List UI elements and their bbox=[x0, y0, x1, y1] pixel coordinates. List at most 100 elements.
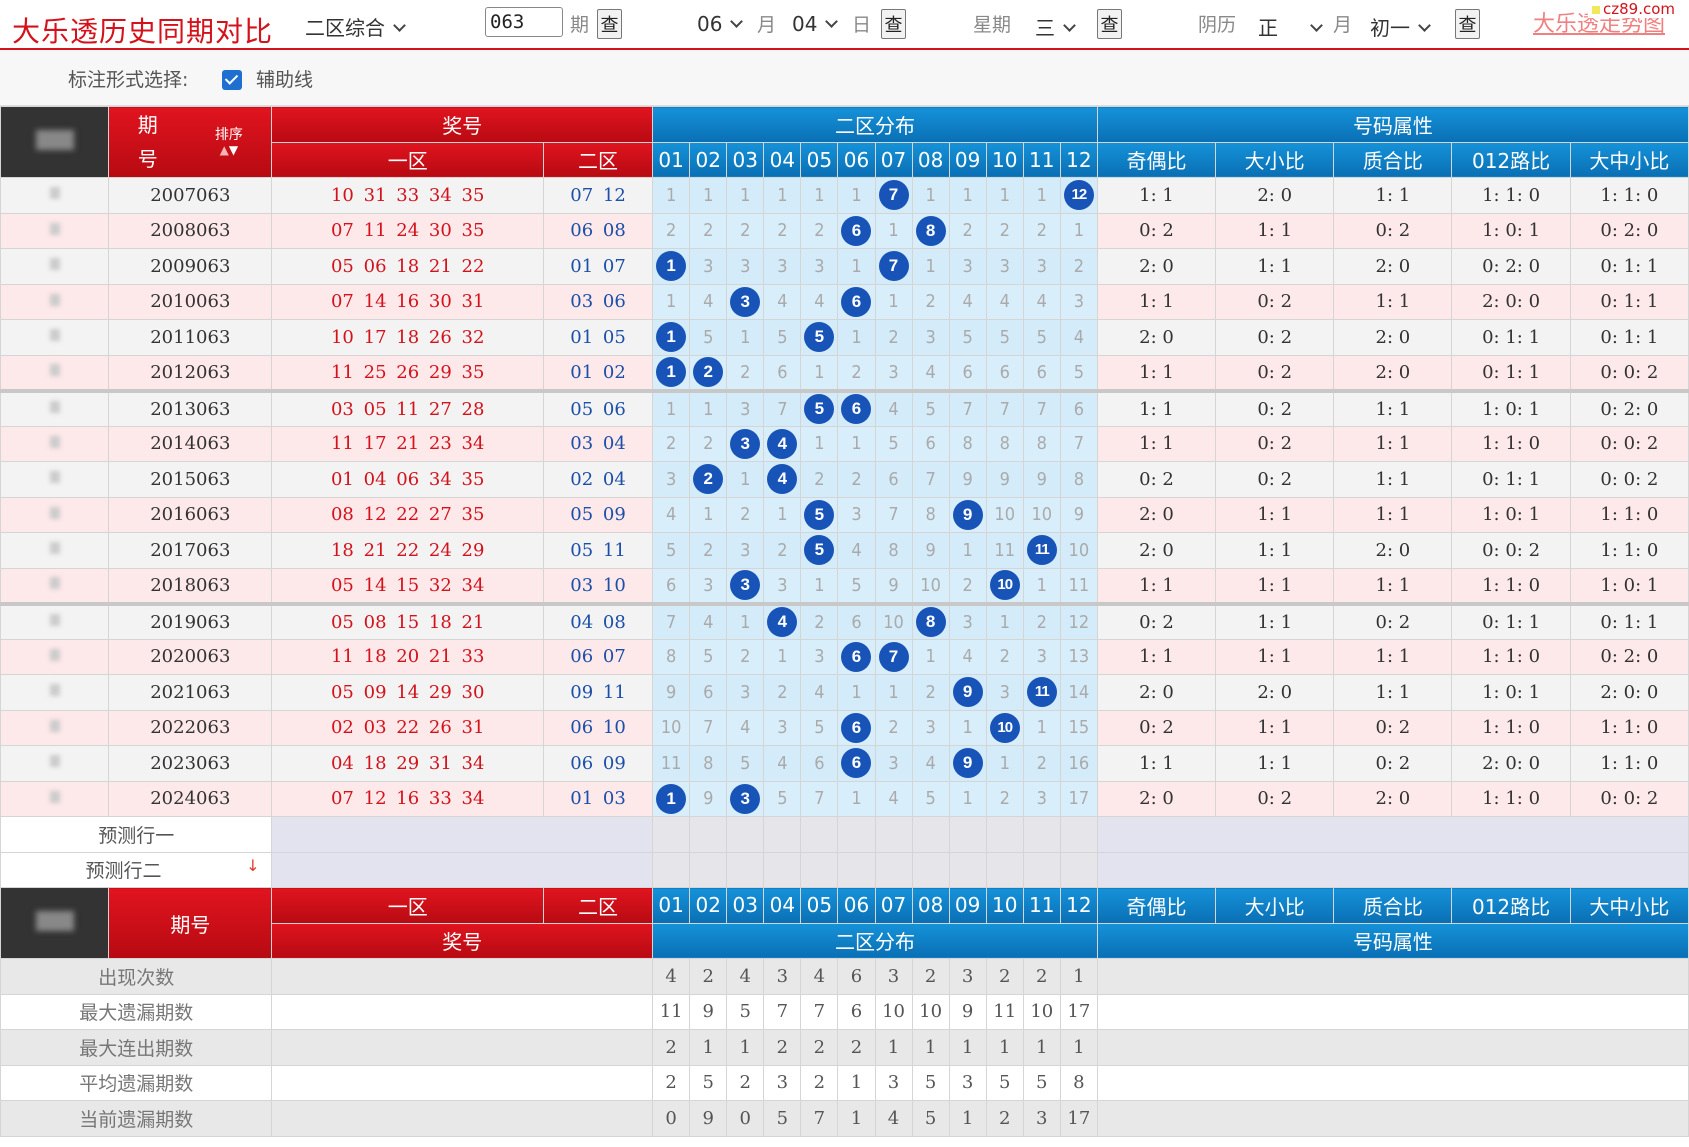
stat-value: 9 bbox=[689, 1100, 728, 1137]
dist-cell: 12 bbox=[1059, 601, 1098, 640]
predict-cell[interactable] bbox=[800, 816, 839, 853]
predict-cell[interactable] bbox=[1022, 816, 1061, 853]
predict-cell[interactable] bbox=[837, 851, 876, 888]
predict-cell[interactable] bbox=[874, 851, 913, 888]
dist-cell: 3 bbox=[652, 461, 691, 498]
lunar-day-select[interactable]: 初一 bbox=[1370, 12, 1431, 41]
predict-cell[interactable] bbox=[1059, 816, 1098, 853]
predict-cell[interactable] bbox=[985, 816, 1024, 853]
zone2-numbers: 04 08 bbox=[542, 601, 654, 640]
predict-cell[interactable] bbox=[763, 816, 802, 853]
attr-cell: 1: 1 bbox=[1215, 496, 1335, 533]
attr-cell: 1: 1 bbox=[1215, 638, 1335, 675]
stat-label: 最大连出期数 bbox=[0, 1029, 273, 1066]
down-arrow-icon[interactable]: ↓ bbox=[246, 856, 259, 875]
predict-cell[interactable] bbox=[874, 816, 913, 853]
dist-cell: 9 bbox=[689, 780, 728, 817]
week-select[interactable]: 三 bbox=[1035, 12, 1076, 41]
attr-cell: 0: 2 bbox=[1333, 212, 1453, 249]
table-row: 2022063 02 03 22 26 31 06 10 10 7 4 3 5 6 2 3 1 10 1 1… bbox=[0, 709, 1689, 746]
stat-value: 5 bbox=[985, 1064, 1024, 1101]
predict-cell[interactable] bbox=[1059, 851, 1098, 888]
predict-cell[interactable] bbox=[726, 816, 765, 853]
guide-line-checkbox[interactable] bbox=[222, 70, 242, 90]
zone2-numbers: 03 10 bbox=[542, 567, 654, 604]
predict-zone[interactable] bbox=[271, 816, 654, 853]
predict-zone[interactable] bbox=[271, 851, 654, 888]
issue-header[interactable]: 期号 排序 ▲▼ bbox=[108, 106, 273, 178]
dist-cell: 3 bbox=[911, 709, 950, 746]
dist-cell: 2 bbox=[726, 496, 765, 533]
zone-select[interactable]: 二区综合 bbox=[305, 12, 406, 41]
zone2-numbers: 01 07 bbox=[542, 248, 654, 285]
predict-cell[interactable] bbox=[1022, 851, 1061, 888]
predict-cell[interactable] bbox=[652, 851, 691, 888]
predict-cell[interactable] bbox=[763, 851, 802, 888]
stat-value: 10 bbox=[1022, 993, 1061, 1030]
dist-cell: 4 bbox=[948, 283, 987, 320]
query-issue-button[interactable]: 查 bbox=[597, 9, 622, 39]
attr-cell: 1: 1 bbox=[1096, 567, 1217, 604]
predict-cell[interactable] bbox=[948, 851, 987, 888]
query-date-button[interactable]: 查 bbox=[881, 9, 906, 39]
dist-cell: 3 bbox=[800, 248, 839, 285]
zone2-numbers: 07 12 bbox=[542, 177, 654, 214]
attr-cell: 0: 2 bbox=[1333, 745, 1453, 782]
attr-cell: 1: 1 bbox=[1096, 745, 1217, 782]
issue-cell: 2010063 bbox=[108, 283, 273, 320]
stat-value: 2 bbox=[652, 1029, 691, 1066]
predict-cell[interactable] bbox=[948, 816, 987, 853]
predict-cell[interactable] bbox=[689, 816, 728, 853]
stat-value: 5 bbox=[689, 1064, 728, 1101]
predict-cell[interactable] bbox=[911, 816, 950, 853]
table-row: 2007063 10 31 33 34 35 07 12 1 1 1 1 1 1 7 1 1 1 1 12 1… bbox=[0, 177, 1689, 214]
hit-ball: 11 bbox=[1026, 677, 1057, 708]
zone2-numbers: 01 05 bbox=[542, 319, 654, 356]
predict-row-2: 预测行二 ↓ bbox=[0, 851, 1689, 888]
issue-cell: 2012063 bbox=[108, 354, 273, 391]
predict-cell[interactable] bbox=[726, 851, 765, 888]
sort-icon[interactable]: 排序 ▲▼ bbox=[215, 127, 243, 157]
attr-cell: 0: 2 bbox=[1215, 283, 1335, 320]
predict-row-2-label[interactable]: 预测行二 ↓ bbox=[0, 851, 273, 888]
zone1-numbers: 10 17 18 26 32 bbox=[271, 319, 544, 356]
lunar-month-select[interactable]: 正 bbox=[1258, 12, 1323, 41]
attr-cell: 1: 1: 0 bbox=[1451, 177, 1571, 214]
query-lunar-button[interactable]: 查 bbox=[1455, 9, 1480, 39]
dist-cell: 5 bbox=[948, 319, 987, 356]
table-row: 2021063 05 09 14 29 30 09 11 9 6 3 2 4 1 1 2 9 3 11 14… bbox=[0, 674, 1689, 711]
issue-cell: 2014063 bbox=[108, 425, 273, 462]
issue-input[interactable] bbox=[485, 7, 563, 37]
predict-row-1-label[interactable]: 预测行一 bbox=[0, 816, 273, 853]
dist-cell: 1 bbox=[1022, 709, 1061, 746]
hit-ball: 3 bbox=[730, 570, 761, 600]
query-week-button[interactable]: 查 bbox=[1097, 9, 1122, 39]
dist-cell: 6 bbox=[874, 461, 913, 498]
dist-cell: 4 bbox=[652, 496, 691, 533]
row-marker bbox=[0, 532, 110, 569]
predict-cell[interactable] bbox=[985, 851, 1024, 888]
predict-cell[interactable] bbox=[652, 816, 691, 853]
dist-cell: 4 bbox=[837, 532, 876, 569]
month-select[interactable]: 06 bbox=[697, 12, 744, 36]
attr-col-header: 大小比 bbox=[1215, 141, 1335, 178]
stat-value: 3 bbox=[948, 1064, 987, 1101]
dist-cell: 6 bbox=[1022, 354, 1061, 391]
dist-cell: 2 bbox=[1022, 212, 1061, 249]
dist-cell: 4 bbox=[911, 745, 950, 782]
day-select[interactable]: 04 bbox=[792, 12, 839, 36]
hit-ball: 5 bbox=[804, 322, 835, 353]
predict-cell[interactable] bbox=[911, 851, 950, 888]
predict-cell[interactable] bbox=[800, 851, 839, 888]
dist-cell: 10 bbox=[985, 709, 1024, 746]
dist-cell: 4 bbox=[1022, 283, 1061, 320]
attr-cell: 1: 0: 1 bbox=[1569, 567, 1689, 604]
predict-cell[interactable] bbox=[837, 816, 876, 853]
row-marker bbox=[0, 425, 110, 462]
predict-cell[interactable] bbox=[689, 851, 728, 888]
dist-cell: 6 bbox=[837, 638, 876, 675]
dist-cell: 1 bbox=[1022, 177, 1061, 214]
dist-col-header: 04 bbox=[763, 887, 802, 924]
zone1-numbers: 05 06 18 21 22 bbox=[271, 248, 544, 285]
annotation-label: 标注形式选择: bbox=[68, 69, 189, 91]
